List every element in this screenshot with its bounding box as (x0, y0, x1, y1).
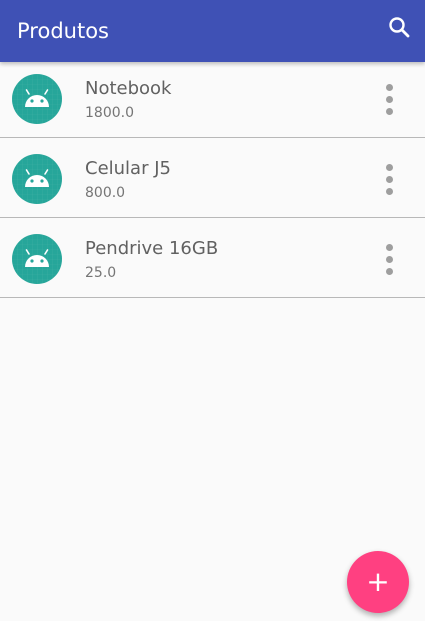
search-button[interactable] (383, 13, 415, 45)
search-icon (387, 15, 411, 43)
more-options-button[interactable] (375, 160, 403, 198)
add-product-button[interactable]: + (347, 551, 409, 613)
product-list: Notebook 1800.0 Celular J5 800.0 Pendriv… (0, 58, 425, 298)
product-price: 25.0 (85, 265, 117, 281)
more-options-button[interactable] (375, 240, 403, 278)
product-price: 800.0 (85, 185, 126, 201)
list-item[interactable]: Notebook 1800.0 (0, 58, 425, 138)
android-icon (12, 234, 62, 284)
product-name: Pendrive 16GB (85, 238, 219, 259)
product-name: Notebook (85, 78, 172, 99)
product-name: Celular J5 (85, 158, 171, 179)
more-vertical-icon (385, 83, 393, 115)
app-bar: Produtos (0, 0, 425, 62)
android-icon (12, 74, 62, 124)
more-options-button[interactable] (375, 80, 403, 118)
list-item[interactable]: Celular J5 800.0 (0, 138, 425, 218)
add-icon: + (366, 565, 390, 598)
list-item[interactable]: Pendrive 16GB 25.0 (0, 218, 425, 298)
product-price: 1800.0 (85, 105, 134, 121)
android-icon (12, 154, 62, 204)
more-vertical-icon (385, 163, 393, 195)
more-vertical-icon (385, 243, 393, 275)
page-title: Produtos (17, 19, 109, 43)
